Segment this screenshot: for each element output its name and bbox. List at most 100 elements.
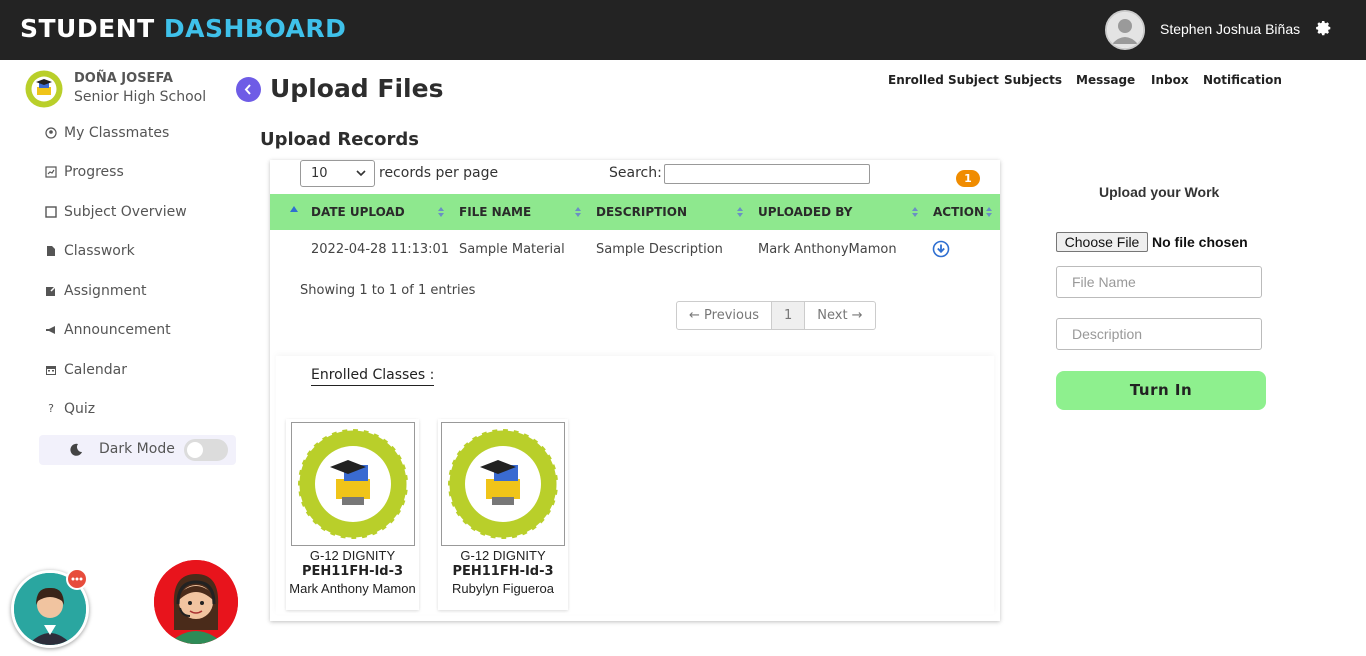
column-file-name[interactable]: FILE NAME bbox=[459, 205, 531, 219]
chevron-down-icon bbox=[356, 170, 366, 177]
brand-part-1: STUDENT bbox=[20, 14, 155, 43]
nav-notification[interactable]: Notification bbox=[1203, 73, 1282, 87]
sort-asc-icon[interactable] bbox=[289, 205, 299, 213]
next-button[interactable]: Next → bbox=[805, 302, 874, 329]
nav-inbox[interactable]: Inbox bbox=[1151, 73, 1189, 87]
dark-mode-row: Dark Mode bbox=[39, 435, 236, 465]
file-status: No file chosen bbox=[1152, 234, 1248, 250]
brand-part-2: DASHBOARD bbox=[163, 14, 347, 43]
sidebar-item-label: My Classmates bbox=[64, 125, 170, 141]
sidebar-item-progress[interactable]: Progress bbox=[45, 160, 124, 184]
user-avatar[interactable] bbox=[1105, 10, 1145, 50]
class-card[interactable]: G-12 DIGNITY PEH11FH-Id-3 Rubylyn Figuer… bbox=[438, 419, 568, 610]
sidebar-item-my-classmates[interactable]: My Classmates bbox=[45, 121, 169, 145]
dark-mode-label: Dark Mode bbox=[99, 441, 175, 457]
entries-info: Showing 1 to 1 of 1 entries bbox=[300, 283, 476, 298]
class-section: G-12 DIGNITY bbox=[309, 548, 396, 563]
turn-in-button[interactable]: Turn In bbox=[1056, 371, 1266, 410]
sidebar-item-quiz[interactable]: ? Quiz bbox=[45, 397, 95, 421]
top-bar: STUDENT DASHBOARD Stephen Joshua Biñas bbox=[0, 0, 1366, 60]
search-label: Search: bbox=[609, 165, 662, 181]
square-icon bbox=[45, 206, 57, 218]
sidebar-item-calendar[interactable]: Calendar bbox=[45, 358, 127, 382]
records-per-page-select[interactable]: 10 bbox=[300, 160, 375, 187]
dark-mode-toggle[interactable] bbox=[184, 439, 228, 461]
document-icon bbox=[47, 246, 55, 256]
cell-date: 2022-04-28 11:13:01 bbox=[311, 242, 450, 257]
column-uploaded-by[interactable]: UPLOADED BY bbox=[758, 205, 852, 219]
chart-icon bbox=[45, 166, 57, 178]
app-brand: STUDENT DASHBOARD bbox=[20, 14, 346, 43]
column-action[interactable]: ACTION bbox=[933, 205, 984, 219]
sidebar-item-label: Classwork bbox=[64, 243, 135, 259]
headset-agent-icon bbox=[154, 560, 238, 644]
sidebar-item-announcement[interactable]: Announcement bbox=[45, 318, 171, 342]
chevron-left-icon bbox=[244, 84, 251, 95]
moon-icon bbox=[70, 443, 82, 456]
class-code: PEH11FH-Id-3 bbox=[452, 564, 554, 579]
sidebar-item-subject-overview[interactable]: Subject Overview bbox=[45, 200, 187, 224]
search-input[interactable] bbox=[664, 164, 870, 184]
nav-message[interactable]: Message bbox=[1076, 73, 1135, 87]
column-description[interactable]: DESCRIPTION bbox=[596, 205, 687, 219]
sidebar-item-classwork[interactable]: Classwork bbox=[45, 239, 135, 263]
user-circle-icon bbox=[45, 127, 57, 139]
sidebar-item-label: Announcement bbox=[64, 322, 171, 338]
edit-icon bbox=[46, 285, 57, 296]
person-icon bbox=[1107, 12, 1143, 48]
school-logo bbox=[25, 70, 63, 108]
nav-enrolled-subject[interactable]: Enrolled Subject bbox=[888, 73, 999, 87]
toggle-knob bbox=[187, 442, 203, 458]
table-header: DATE UPLOAD FILE NAME DESCRIPTION UPLOAD… bbox=[270, 194, 1000, 230]
records-panel: 10 records per page Search: 1 DATE UPLOA… bbox=[270, 160, 1000, 621]
sidebar-item-label: Assignment bbox=[64, 283, 147, 299]
page-title: Upload Files bbox=[270, 74, 444, 103]
cell-description: Sample Description bbox=[596, 242, 723, 257]
back-button[interactable] bbox=[236, 77, 261, 102]
section-title: Upload Records bbox=[260, 129, 419, 150]
file-name-input[interactable]: File Name bbox=[1056, 266, 1262, 298]
column-date-upload[interactable]: DATE UPLOAD bbox=[311, 205, 405, 219]
sidebar-item-label: Quiz bbox=[64, 401, 96, 417]
class-logo-image bbox=[441, 422, 565, 546]
page-1-button[interactable]: 1 bbox=[771, 302, 806, 329]
sidebar-item-label: Calendar bbox=[64, 362, 127, 378]
sidebar-item-label: Progress bbox=[64, 164, 124, 180]
school-name: DOÑA JOSEFA bbox=[74, 71, 173, 86]
sidebar-item-label: Subject Overview bbox=[64, 204, 187, 220]
sidebar-item-assignment[interactable]: Assignment bbox=[45, 279, 146, 303]
previous-button[interactable]: ← Previous bbox=[677, 302, 772, 329]
question-icon: ? bbox=[48, 402, 54, 415]
gear-icon[interactable] bbox=[1315, 20, 1333, 38]
support-agent-avatar[interactable] bbox=[154, 560, 238, 644]
upload-form-title: Upload your Work bbox=[1099, 184, 1220, 200]
enrolled-classes-section: Enrolled Classes : G-12 DIGNITY PEH11FH-… bbox=[276, 356, 994, 614]
class-card[interactable]: G-12 DIGNITY PEH11FH-Id-3 Mark Anthony M… bbox=[286, 419, 419, 610]
megaphone-icon bbox=[46, 326, 55, 334]
choose-file-button[interactable]: Choose File bbox=[1056, 232, 1148, 252]
class-teacher: Mark Anthony Mamon bbox=[289, 581, 416, 596]
school-subtitle: Senior High School bbox=[74, 89, 207, 105]
nav-subjects[interactable]: Subjects bbox=[1004, 73, 1062, 87]
class-code: PEH11FH-Id-3 bbox=[301, 564, 404, 579]
enrolled-classes-title: Enrolled Classes : bbox=[311, 367, 435, 386]
sort-icon[interactable] bbox=[736, 205, 744, 219]
class-section: G-12 DIGNITY bbox=[460, 548, 546, 563]
cell-uploaded-by: Mark AnthonyMamon bbox=[758, 242, 897, 257]
sort-icon[interactable] bbox=[437, 205, 445, 219]
sort-icon[interactable] bbox=[911, 205, 919, 219]
per-page-label: records per page bbox=[379, 165, 499, 181]
chat-bubble-icon[interactable] bbox=[66, 568, 88, 590]
sort-icon[interactable] bbox=[985, 205, 993, 219]
description-input[interactable]: Description bbox=[1056, 318, 1262, 350]
calendar-icon bbox=[46, 366, 56, 375]
cell-file-name: Sample Material bbox=[459, 242, 565, 257]
class-logo-image bbox=[291, 422, 415, 546]
sort-icon[interactable] bbox=[574, 205, 582, 219]
notification-badge: 1 bbox=[956, 170, 980, 187]
pagination: ← Previous 1 Next → bbox=[676, 301, 876, 330]
per-page-value: 10 bbox=[311, 166, 328, 181]
download-icon[interactable] bbox=[932, 240, 950, 258]
user-name[interactable]: Stephen Joshua Biñas bbox=[1160, 21, 1300, 37]
class-teacher: Rubylyn Figueroa bbox=[452, 581, 554, 596]
